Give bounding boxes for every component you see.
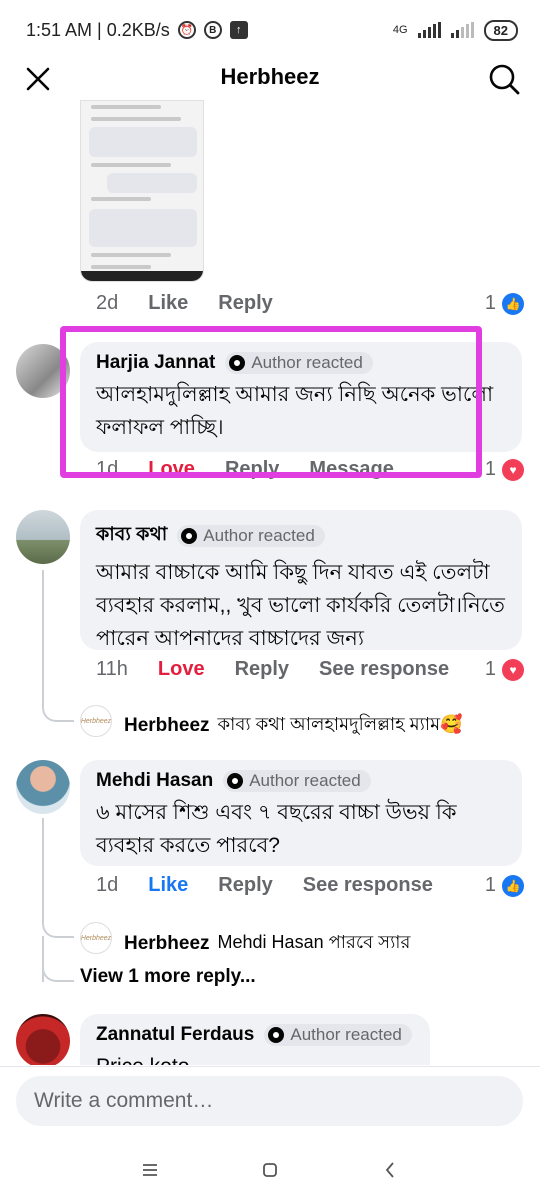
commenter-name[interactable]: Zannatul Ferdaus [96, 1024, 254, 1046]
reaction-count[interactable]: 1 👍 [485, 874, 524, 897]
reaction-count[interactable]: 1 ♥ [485, 658, 524, 681]
back-nav-button[interactable] [370, 1150, 410, 1190]
comments-feed[interactable]: 2d Like Reply 1 👍 Harjia Jannat Author r… [0, 100, 540, 1065]
reaction-number: 1 [484, 874, 496, 896]
love-button[interactable]: Love [158, 658, 205, 681]
comment-input[interactable] [16, 1076, 523, 1126]
status-time: 1:51 AM | 0.2KB/s [26, 19, 170, 40]
comment-actions: 1d Like Reply See response [96, 874, 463, 897]
reaction-count[interactable]: 1 👍 [485, 292, 524, 315]
b-badge-icon: B [203, 21, 222, 39]
reaction-number: 1 [484, 458, 496, 480]
like-button[interactable]: Like [148, 292, 188, 315]
home-square-icon [263, 1163, 277, 1177]
author-reacted-badge: Author reacted [264, 1024, 412, 1046]
status-bar: 1:51 AM | 0.2KB/s ⏰ B ↑ 4G 82 [0, 0, 540, 60]
reply-text: কাব্য কথা আলহামদুলিল্লাহ ম্যাম🥰 [217, 714, 463, 734]
thumb-line [91, 117, 181, 121]
badge-label: Author reacted [203, 526, 315, 545]
see-response-button[interactable]: See response [319, 658, 449, 681]
author-reacted-badge: Author reacted [223, 770, 371, 792]
thumb-line [91, 197, 151, 201]
comment-text: Price koto [96, 1050, 414, 1065]
reply-author[interactable]: Herbheez [124, 715, 210, 737]
back-chevron-icon [385, 1162, 394, 1178]
comment-header: Mehdi Hasan Author reacted [96, 770, 506, 792]
menu-nav-button[interactable] [130, 1150, 170, 1190]
signal-2-icon [450, 22, 474, 38]
status-right: 4G 82 [392, 19, 518, 41]
menu-icon [143, 1164, 157, 1176]
reply-button[interactable]: Reply [218, 292, 272, 315]
page-logo[interactable]: Herbheez [80, 922, 112, 954]
love-reaction-icon: ♥ [502, 458, 524, 481]
highlight-box [60, 326, 482, 478]
badge-label: Author reacted [249, 771, 361, 790]
view-more-replies-link[interactable]: View 1 more reply... [80, 966, 256, 988]
reaction-count[interactable]: 1 ♥ [485, 458, 524, 481]
avatar[interactable] [16, 760, 70, 814]
thumb-line [91, 265, 151, 269]
comment-header: Zannatul Ferdaus Author reacted [96, 1024, 414, 1046]
thumb-line [91, 253, 171, 257]
commenter-name[interactable]: কাব্য কথা [96, 520, 167, 552]
status-left: 1:51 AM | 0.2KB/s ⏰ B ↑ [26, 20, 248, 41]
comment-bubble[interactable]: Mehdi Hasan Author reacted ৬ মাসের শিশু … [80, 760, 522, 866]
thumb-bottom-bar [81, 271, 203, 281]
comment-actions: 2d Like Reply [96, 292, 303, 315]
author-icon [268, 1027, 285, 1043]
thread-line [42, 818, 74, 938]
page-reply[interactable]: Herbheez কাব্য কথা আলহামদুলিল্লাহ ম্যাম🥰 [124, 710, 462, 741]
comment-text: ৬ মাসের শিশু এবং ৭ বছরের বাচ্চা উভয় কি … [96, 801, 457, 857]
like-button[interactable]: Like [148, 874, 188, 897]
reaction-number: 1 [484, 658, 496, 680]
search-button[interactable] [482, 60, 526, 98]
badge-label: Author reacted [290, 1025, 402, 1044]
author-icon [227, 773, 244, 789]
home-nav-button[interactable] [250, 1150, 290, 1190]
comment-bubble[interactable]: Zannatul Ferdaus Author reacted Price ko… [80, 1014, 430, 1065]
thumb-bubble [107, 173, 197, 193]
battery-indicator: 82 [483, 19, 518, 41]
author-reacted-badge: Author reacted [177, 525, 325, 547]
like-reaction-icon: 👍 [502, 874, 524, 897]
avatar[interactable] [16, 510, 70, 564]
comment-header: কাব্য কথা Author reacted [96, 520, 506, 552]
thread-line [42, 936, 74, 982]
author-icon [181, 528, 198, 544]
reply-button[interactable]: Reply [218, 874, 272, 897]
search-icon [489, 64, 520, 95]
comment-image-thumbnail[interactable] [80, 100, 204, 282]
commenter-name[interactable]: Mehdi Hasan [96, 770, 213, 792]
thumb-bubble [89, 209, 197, 247]
thread-line [42, 570, 74, 722]
composer-divider [0, 1066, 540, 1067]
comment-text: আমার বাচ্চাকে আমি কিছু দিন যাবত এই তেলটা… [96, 561, 505, 650]
thumb-line [91, 105, 161, 109]
comment-time: 11h [96, 658, 128, 680]
comment-bubble[interactable]: কাব্য কথা Author reacted আমার বাচ্চাকে আ… [80, 510, 522, 650]
avatar[interactable] [16, 1014, 70, 1065]
network-type: 4G [392, 24, 408, 36]
thumb-line [91, 163, 171, 167]
page-logo[interactable]: Herbheez [80, 705, 112, 737]
alarm-icon: ⏰ [177, 21, 196, 39]
reply-text: Mehdi Hasan পারবে স্যার [217, 932, 411, 952]
reply-author[interactable]: Herbheez [124, 933, 210, 955]
thumb-bubble [89, 127, 197, 157]
app-header: Herbheez [0, 60, 540, 98]
see-response-button[interactable]: See response [303, 874, 433, 897]
comment-time: 2d [96, 292, 119, 314]
system-nav-bar [0, 1140, 540, 1200]
like-reaction-icon: 👍 [502, 292, 524, 315]
upload-icon: ↑ [229, 21, 248, 39]
page-title: Herbheez [220, 64, 320, 89]
page-reply[interactable]: Herbheez Mehdi Hasan পারবে স্যার [124, 928, 410, 959]
love-reaction-icon: ♥ [502, 658, 524, 681]
comment-actions: 11h Love Reply See response [96, 658, 479, 681]
comment-time: 1d [96, 874, 119, 896]
reaction-number: 1 [484, 292, 496, 314]
signal-icon [417, 22, 441, 38]
reply-button[interactable]: Reply [235, 658, 289, 681]
